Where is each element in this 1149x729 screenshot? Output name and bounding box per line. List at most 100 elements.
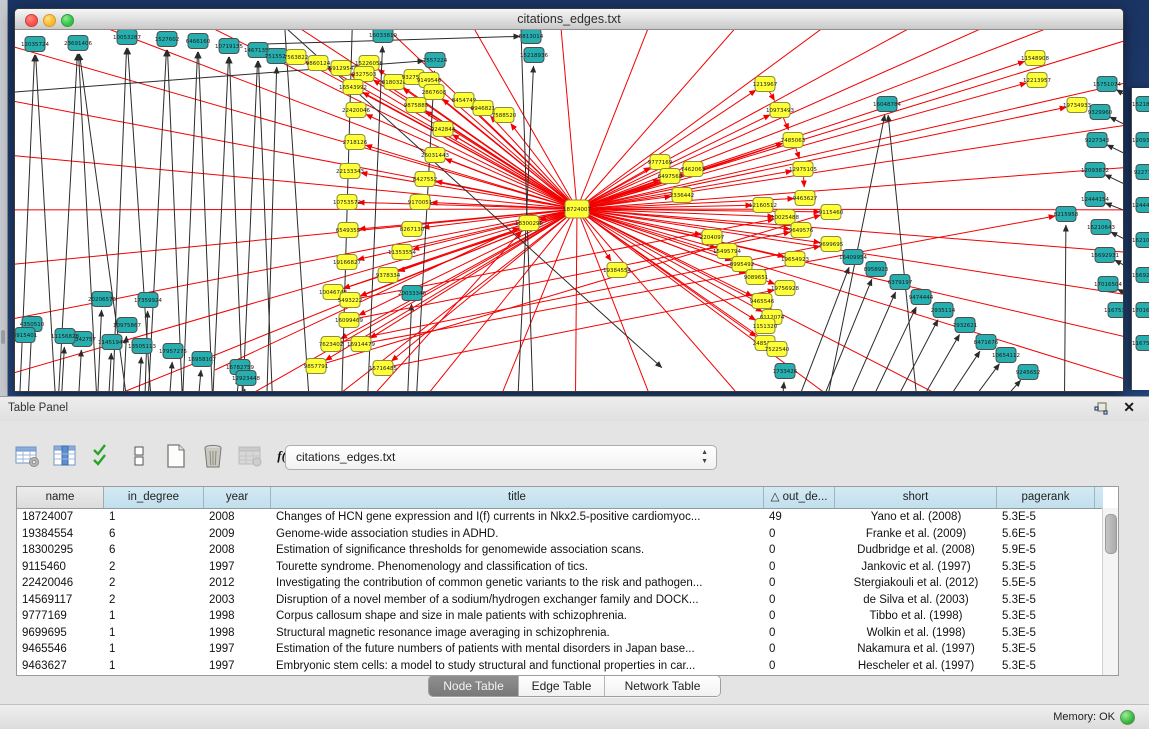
table-cell[interactable]: 1: [104, 641, 204, 658]
table-cell[interactable]: 5.3E-5: [997, 592, 1095, 609]
table-cell[interactable]: 5.9E-5: [997, 542, 1095, 559]
table-cell[interactable]: 1997: [204, 641, 271, 658]
network-edge[interactable]: [193, 370, 201, 391]
table-cell[interactable]: 0: [764, 625, 835, 642]
table-cell[interactable]: 2012: [204, 575, 271, 592]
network-edge[interactable]: [105, 353, 111, 391]
network-edge[interactable]: [1107, 145, 1123, 178]
table-cell[interactable]: 0: [764, 592, 835, 609]
tab-network-table[interactable]: Network Table: [605, 676, 720, 696]
network-edge[interactable]: [180, 52, 198, 391]
table-cell[interactable]: Jankovic et al. (1997): [835, 559, 997, 576]
table-cell[interactable]: Structural magnetic resonance image aver…: [271, 625, 764, 642]
table-row[interactable]: 1872400712008Changes of HCN gene express…: [17, 509, 1118, 526]
table-cell[interactable]: 22420046: [17, 575, 104, 592]
network-edge[interactable]: [167, 50, 185, 391]
table-cell[interactable]: 1: [104, 608, 204, 625]
table-cell[interactable]: 18724007: [17, 509, 104, 526]
network-edge[interactable]: [258, 61, 275, 391]
table-cell[interactable]: 0: [764, 641, 835, 658]
table-settings-icon[interactable]: [14, 442, 42, 470]
table-row[interactable]: 1830029562008Estimation of significance …: [17, 542, 1118, 559]
table-cell[interactable]: 0: [764, 575, 835, 592]
network-edge[interactable]: [865, 320, 938, 391]
float-window-icon[interactable]: [1093, 401, 1109, 417]
column-header-name[interactable]: name: [17, 487, 104, 508]
table-cell[interactable]: 5.3E-5: [997, 509, 1095, 526]
table-cell[interactable]: 5.3E-5: [997, 559, 1095, 576]
table-cell[interactable]: Estimation of significance thresholds fo…: [271, 542, 764, 559]
table-cell[interactable]: 9699695: [17, 625, 104, 642]
table-cell[interactable]: 5.6E-5: [997, 526, 1095, 543]
table-cell[interactable]: 2: [104, 575, 204, 592]
table-row[interactable]: 2242004622012Investigating the contribut…: [17, 575, 1118, 592]
table-cell[interactable]: 2003: [204, 592, 271, 609]
table-cell[interactable]: Tibbo et al. (1998): [835, 608, 997, 625]
table-cell[interactable]: 9465546: [17, 641, 104, 658]
table-cell[interactable]: Franke et al. (2009): [835, 526, 997, 543]
table-cell[interactable]: 1997: [204, 658, 271, 675]
table-cell[interactable]: de Silva et al. (2003): [835, 592, 997, 609]
network-edge[interactable]: [333, 143, 783, 292]
rows-icon[interactable]: [125, 442, 153, 470]
column-header-pagerank[interactable]: pagerank: [997, 487, 1095, 508]
tab-edge-table[interactable]: Edge Table: [519, 676, 605, 696]
network-edge[interactable]: [888, 115, 923, 391]
network-edge[interactable]: [555, 30, 577, 209]
table-cell[interactable]: 2: [104, 592, 204, 609]
select-all-icon[interactable]: [88, 442, 116, 470]
table-cell[interactable]: 2008: [204, 509, 271, 526]
network-edge[interactable]: [577, 90, 756, 209]
table-cell[interactable]: 18300295: [17, 542, 104, 559]
table-cell[interactable]: 1998: [204, 608, 271, 625]
table-cell[interactable]: 14569117: [17, 592, 104, 609]
network-edge[interactable]: [475, 209, 577, 391]
table-scrollbar[interactable]: [1102, 508, 1118, 675]
network-edge[interactable]: [575, 209, 577, 391]
table-cell[interactable]: 6: [104, 526, 204, 543]
table-cell[interactable]: 2: [104, 559, 204, 576]
table-selector-dropdown[interactable]: citations_edges.txt ▲▼: [285, 445, 717, 470]
table-cell[interactable]: Dudbridge et al. (2008): [835, 542, 997, 559]
window-titlebar[interactable]: citations_edges.txt: [15, 9, 1123, 30]
table-cell[interactable]: 0: [764, 559, 835, 576]
network-edge[interactable]: [777, 382, 784, 391]
panel-divider-handle[interactable]: [1, 330, 5, 344]
column-header-in_degree[interactable]: in_degree: [104, 487, 204, 508]
table-cell[interactable]: 19384554: [17, 526, 104, 543]
network-view[interactable]: 1203572423691406100532871527602646616010…: [15, 30, 1123, 391]
table-cell[interactable]: 2008: [204, 542, 271, 559]
table-cell[interactable]: 9115460: [17, 559, 104, 576]
network-edge[interactable]: [359, 209, 577, 315]
table-cell[interactable]: 6: [104, 542, 204, 559]
network-edge[interactable]: [950, 380, 1021, 391]
network-edge[interactable]: [887, 335, 959, 391]
network-edge[interactable]: [1110, 117, 1123, 150]
network-window[interactable]: citations_edges.txt 12035724236914061005…: [14, 8, 1124, 392]
network-edge[interactable]: [577, 30, 915, 209]
table-cell[interactable]: 5.3E-5: [997, 625, 1095, 642]
network-edge[interactable]: [237, 389, 245, 391]
table-cell[interactable]: 1: [104, 625, 204, 642]
table-row[interactable]: 911546021997Tourette syndrome. Phenomeno…: [17, 559, 1118, 576]
table-cell[interactable]: Nakamura et al. (1997): [835, 641, 997, 658]
column-header-out_de[interactable]: △ out_de...: [764, 487, 835, 508]
table-row[interactable]: 977716911998Corpus callosum shape and si…: [17, 608, 1118, 625]
table-cell[interactable]: 2009: [204, 526, 271, 543]
network-edge[interactable]: [928, 364, 999, 391]
table-cell[interactable]: 1: [104, 509, 204, 526]
table-cell[interactable]: Tourette syndrome. Phenomenology and cla…: [271, 559, 764, 576]
close-icon[interactable]: ✕: [1123, 399, 1135, 416]
table-cell[interactable]: Hescheler et al. (1997): [835, 658, 997, 675]
table-cell[interactable]: 0: [764, 608, 835, 625]
network-edge[interactable]: [75, 350, 81, 391]
network-edge[interactable]: [1064, 225, 1066, 391]
table-cell[interactable]: 9777169: [17, 608, 104, 625]
collapsed-left-panel[interactable]: [0, 0, 8, 396]
network-edge[interactable]: [1116, 90, 1123, 125]
column-edit-icon[interactable]: [51, 442, 79, 470]
table-cell[interactable]: Embryonic stem cells: a model to study s…: [271, 658, 764, 675]
table-cell[interactable]: 0: [764, 526, 835, 543]
table-cell[interactable]: 5.3E-5: [997, 658, 1095, 675]
network-edge[interactable]: [798, 279, 872, 391]
